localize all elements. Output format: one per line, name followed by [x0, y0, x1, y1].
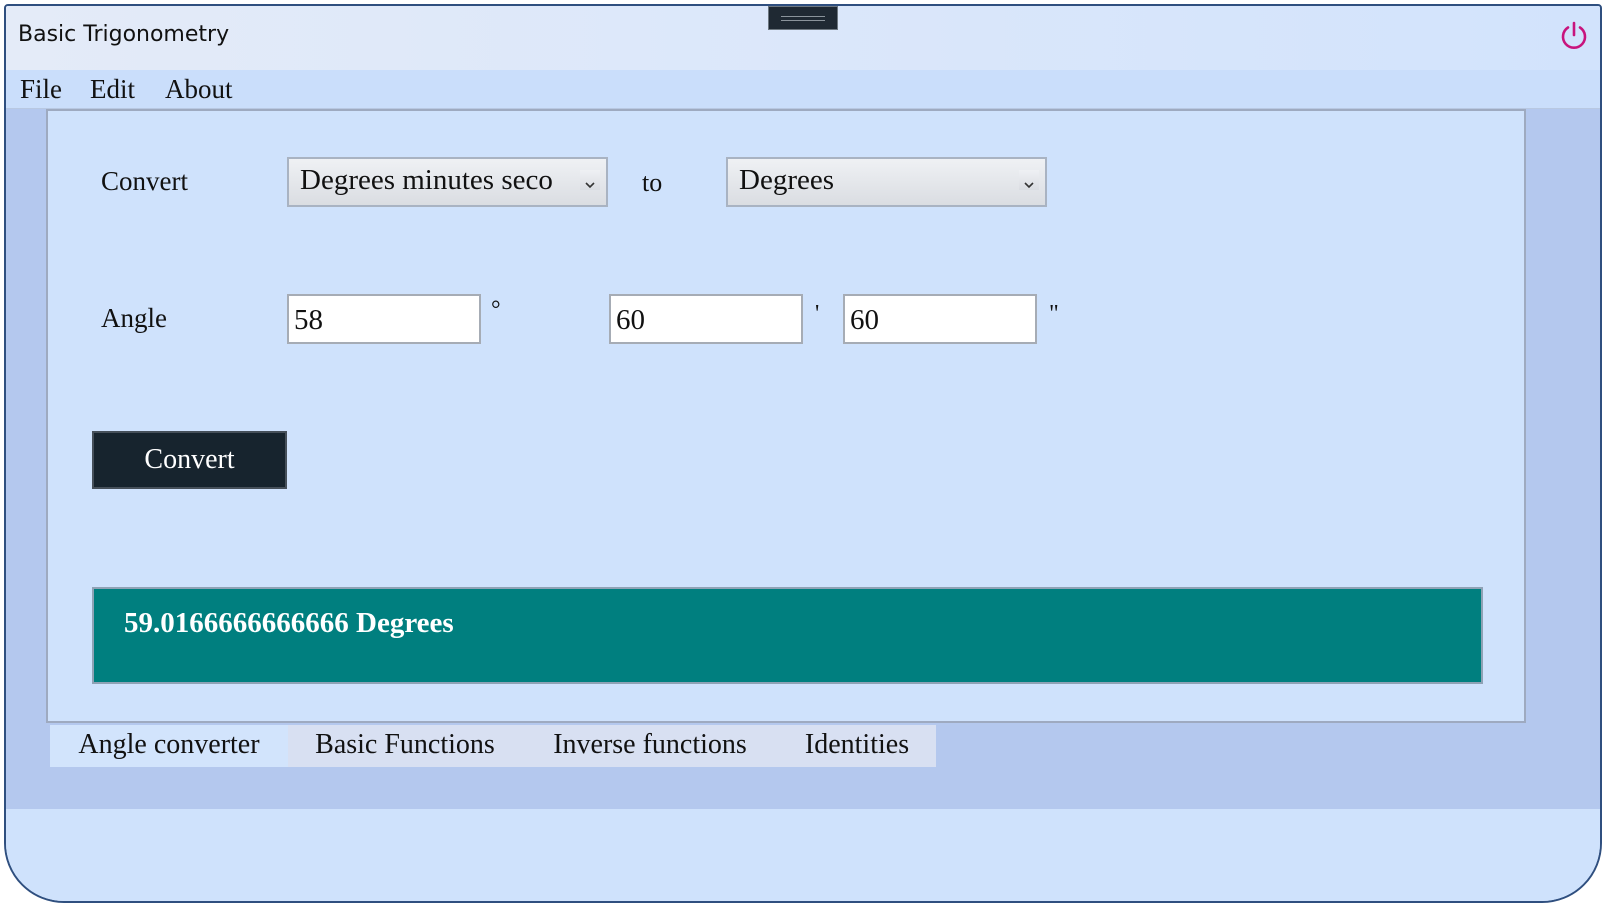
window-footer [6, 809, 1600, 901]
tab-angle-converter[interactable]: Angle converter [50, 725, 288, 767]
degree-symbol: ° [491, 297, 501, 323]
angle-converter-panel: Convert Degrees minutes seco to Degrees … [46, 109, 1526, 723]
second-symbol: " [1049, 301, 1059, 327]
chevron-down-icon [580, 170, 600, 190]
menu-about[interactable]: About [165, 74, 233, 105]
minutes-input[interactable] [609, 294, 803, 344]
result-text: 59.0166666666666 Degrees [124, 607, 454, 639]
result-box: 59.0166666666666 Degrees [92, 587, 1483, 684]
degrees-input[interactable] [287, 294, 481, 344]
menu-bar: File Edit About [6, 70, 1600, 109]
tab-inverse-functions[interactable]: Inverse functions [522, 725, 778, 767]
menu-edit[interactable]: Edit [90, 74, 135, 105]
app-window: Basic Trigonometry File Edit About Conve… [4, 4, 1602, 903]
from-unit-value: Degrees minutes seco [300, 164, 553, 196]
power-icon[interactable] [1558, 20, 1590, 52]
window-drag-handle[interactable] [768, 6, 838, 30]
to-label: to [642, 168, 663, 197]
chevron-down-icon [1019, 170, 1039, 190]
convert-label: Convert [101, 166, 188, 196]
tab-identities[interactable]: Identities [778, 725, 936, 767]
title-bar: Basic Trigonometry [6, 6, 1600, 70]
to-unit-value: Degrees [739, 164, 835, 196]
convert-button[interactable]: Convert [92, 431, 287, 489]
window-title: Basic Trigonometry [18, 22, 230, 47]
angle-label: Angle [101, 303, 167, 333]
from-unit-dropdown[interactable]: Degrees minutes seco [287, 157, 608, 207]
tab-basic-functions[interactable]: Basic Functions [288, 725, 522, 767]
seconds-input[interactable] [843, 294, 1037, 344]
minute-symbol: ' [815, 301, 820, 327]
menu-file[interactable]: File [20, 74, 62, 105]
to-unit-dropdown[interactable]: Degrees [726, 157, 1047, 207]
